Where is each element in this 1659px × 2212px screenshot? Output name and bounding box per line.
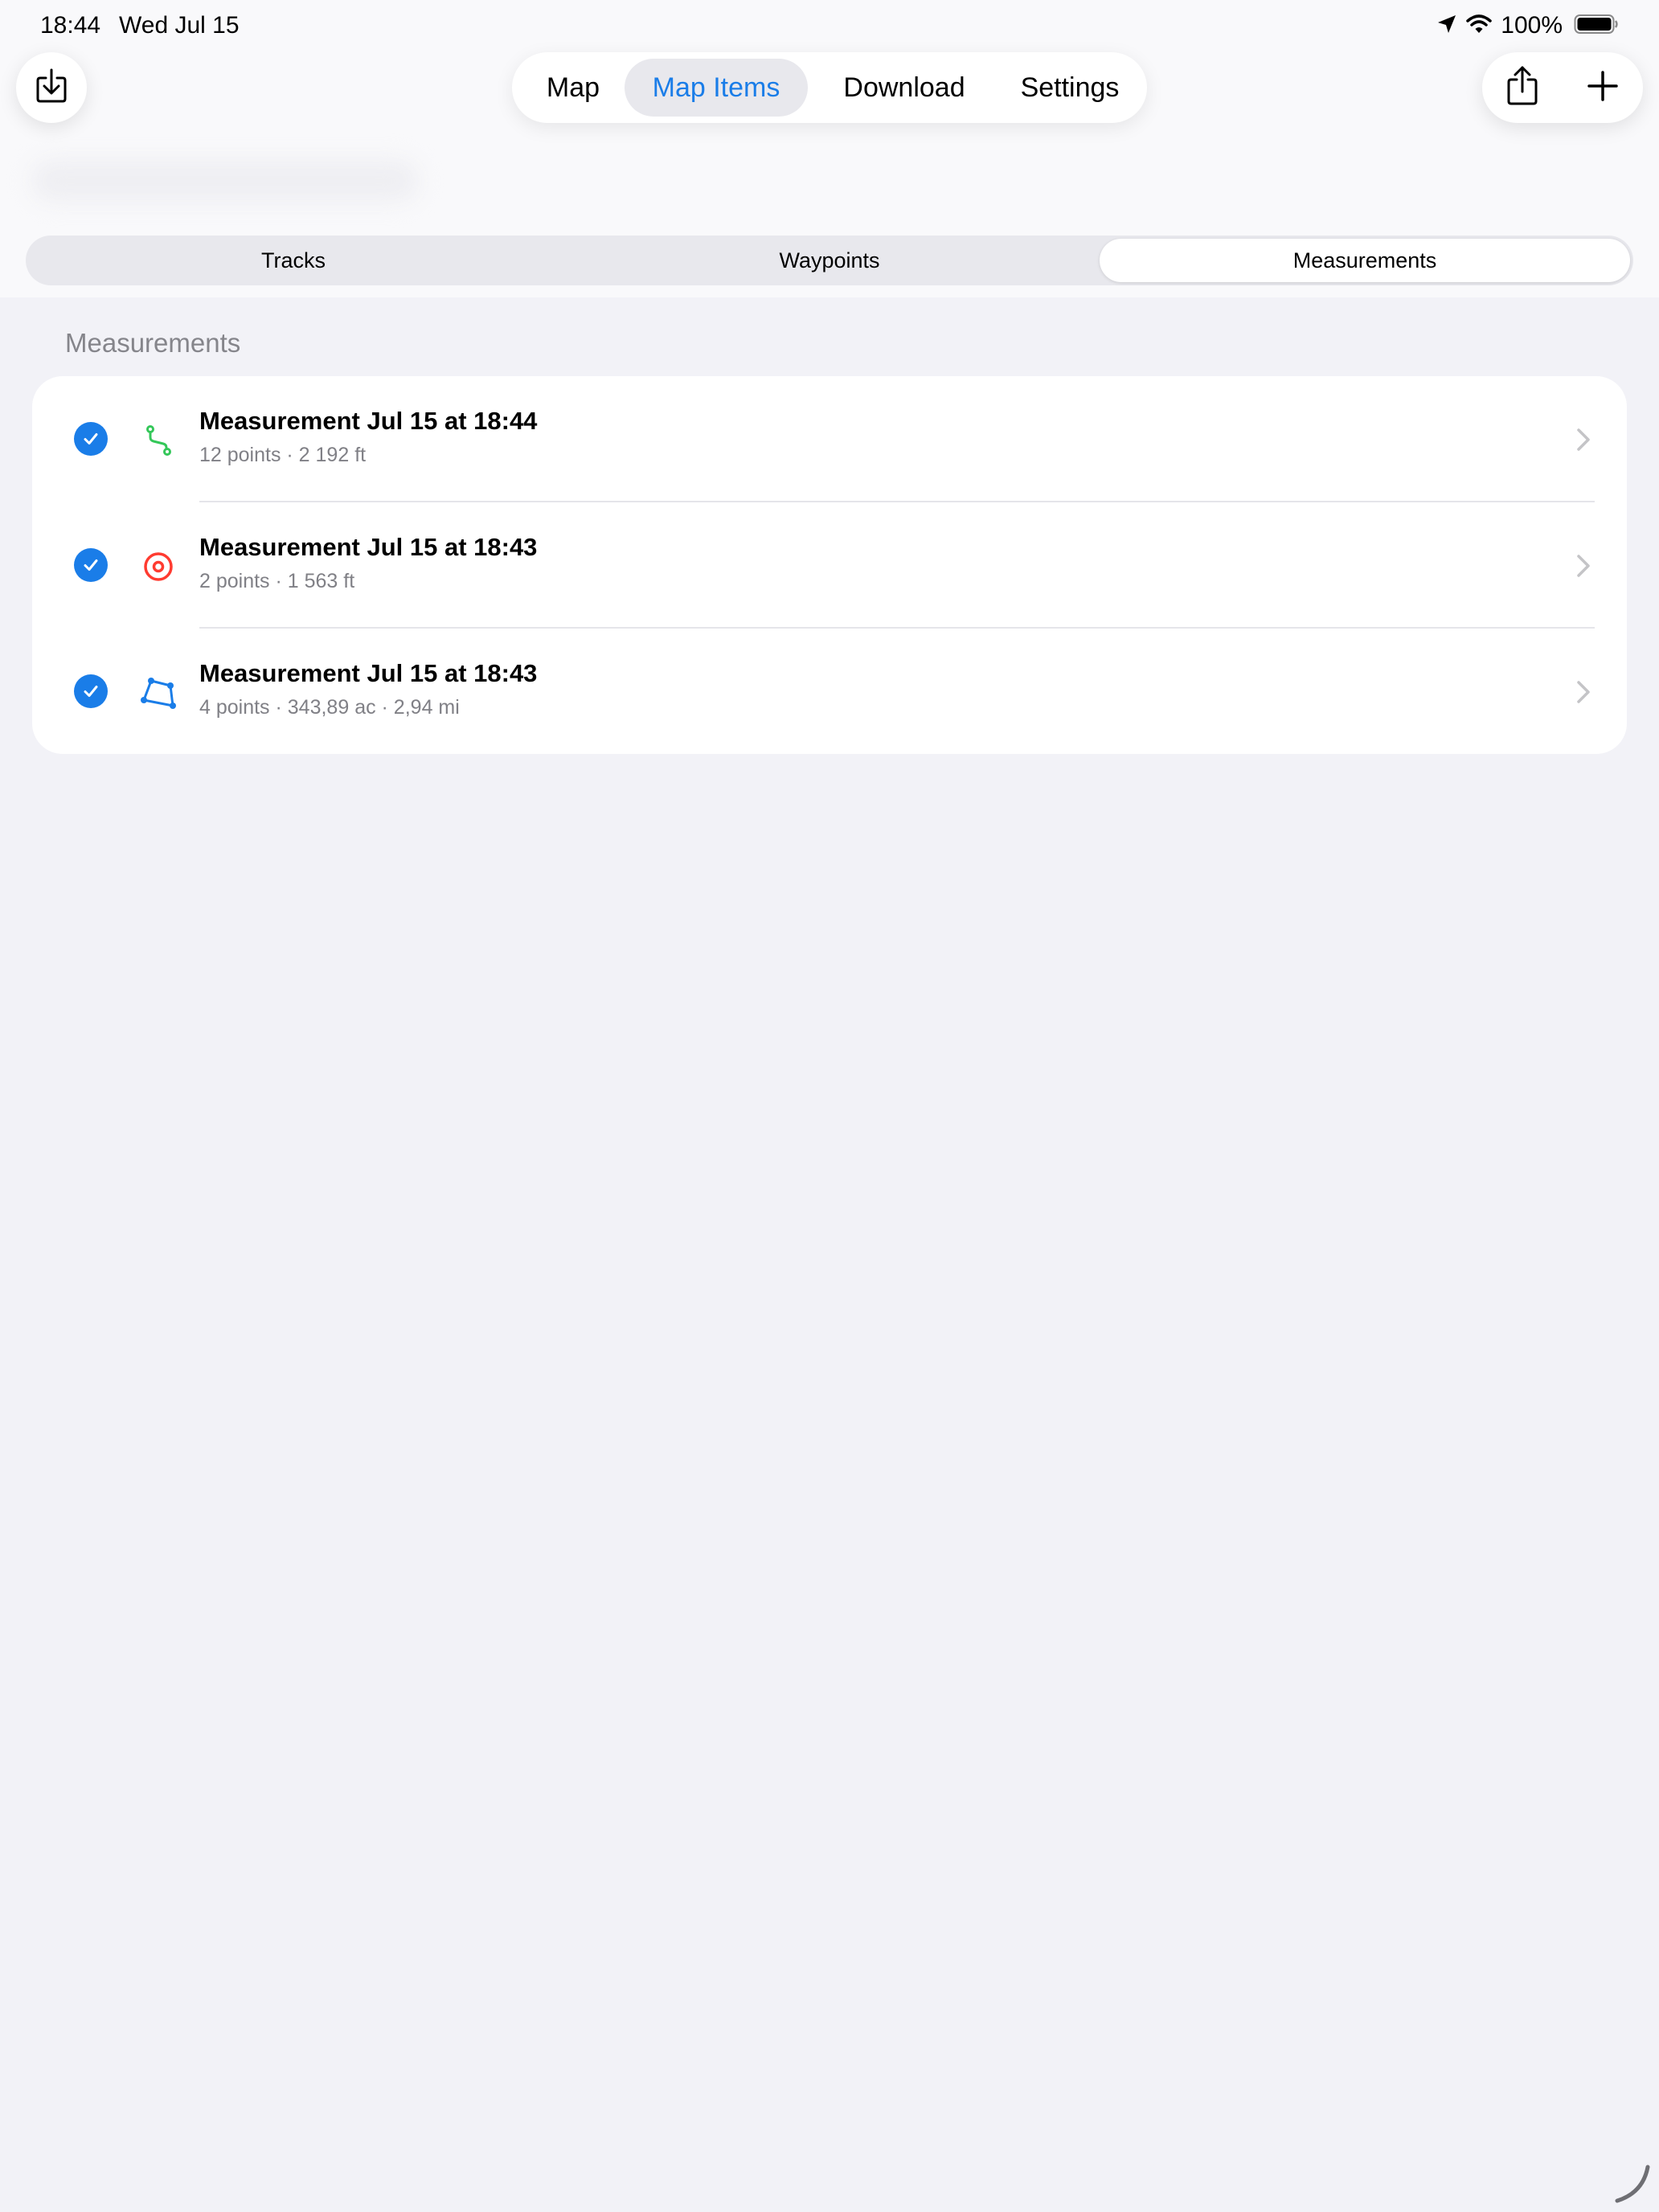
battery-percentage: 100% [1501, 12, 1563, 39]
measurement-title: Measurement Jul 15 at 18:44 [199, 407, 538, 435]
status-date: Wed Jul 15 [119, 12, 240, 39]
location-arrow-icon [1436, 14, 1457, 39]
route-icon [138, 420, 178, 461]
checkmark-circle-icon[interactable] [74, 422, 108, 456]
resize-handle-icon[interactable] [1608, 2161, 1653, 2206]
measurement-row[interactable]: Measurement Jul 15 at 18:43 4 points · 3… [32, 629, 1627, 754]
tab-download[interactable]: Download [811, 59, 997, 117]
target-icon [138, 547, 178, 587]
share-icon [1505, 65, 1540, 111]
checkmark-circle-icon[interactable] [74, 674, 108, 708]
measurements-list: Measurement Jul 15 at 18:44 12 points · … [32, 376, 1627, 754]
import-button[interactable] [16, 52, 87, 123]
checkmark-circle-icon[interactable] [74, 548, 108, 582]
segment-waypoints[interactable]: Waypoints [562, 239, 1097, 282]
segment-measurements[interactable]: Measurements [1100, 239, 1630, 282]
status-time: 18:44 [40, 12, 101, 39]
measurement-row[interactable]: Measurement Jul 15 at 18:43 2 points · 1… [32, 502, 1627, 629]
chevron-right-icon [1577, 555, 1590, 577]
chevron-right-icon [1577, 681, 1590, 703]
actions-group [1482, 52, 1643, 123]
status-indicators: 100% [1436, 10, 1619, 42]
polygon-icon [138, 673, 178, 713]
measurement-details: 12 points · 2 192 ft [199, 444, 367, 466]
category-segmented-control: Tracks Waypoints Measurements [26, 236, 1633, 285]
chevron-right-icon [1577, 428, 1590, 451]
tab-map-items[interactable]: Map Items [625, 59, 808, 117]
blurred-title [32, 161, 418, 201]
plus-icon [1587, 70, 1619, 106]
measurement-details: 4 points · 343,89 ac · 2,94 mi [199, 696, 460, 719]
top-tab-bar: Map Map Items Download Settings [512, 52, 1147, 123]
tab-settings[interactable]: Settings [1001, 59, 1139, 117]
share-button[interactable] [1487, 52, 1558, 123]
measurement-title: Measurement Jul 15 at 18:43 [199, 533, 538, 561]
tab-map[interactable]: Map [523, 59, 623, 117]
import-icon [34, 67, 69, 109]
section-header: Measurements [65, 328, 241, 358]
add-button[interactable] [1567, 52, 1638, 123]
measurement-details: 2 points · 1 563 ft [199, 570, 355, 592]
measurement-title: Measurement Jul 15 at 18:43 [199, 659, 538, 687]
battery-icon [1574, 14, 1619, 39]
wifi-icon [1465, 14, 1493, 39]
segment-tracks[interactable]: Tracks [26, 239, 561, 282]
measurement-row[interactable]: Measurement Jul 15 at 18:44 12 points · … [32, 376, 1627, 502]
